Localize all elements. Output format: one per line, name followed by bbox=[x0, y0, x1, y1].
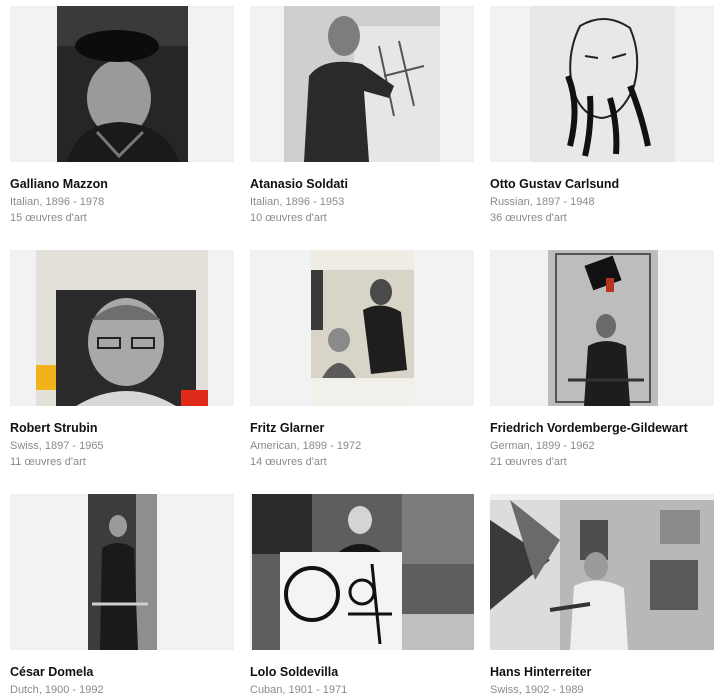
artist-card[interactable]: Otto Gustav Carlsund Russian, 1897 - 194… bbox=[490, 6, 714, 226]
artist-photo bbox=[57, 6, 188, 162]
artist-thumbnail[interactable] bbox=[490, 250, 714, 406]
artist-photo bbox=[311, 250, 414, 406]
artist-card[interactable]: César Domela Dutch, 1900 - 1992 bbox=[10, 494, 234, 698]
artist-thumbnail[interactable] bbox=[10, 6, 234, 162]
artist-nationality-dates: Swiss, 1897 - 1965 bbox=[10, 440, 104, 452]
artist-card[interactable]: Hans Hinterreiter Swiss, 1902 - 1989 bbox=[490, 494, 714, 698]
artwork-count: 14 œuvres d'art bbox=[250, 456, 327, 468]
artist-photo bbox=[284, 6, 440, 162]
artist-name[interactable]: Galliano Mazzon bbox=[10, 176, 234, 192]
artist-photo bbox=[548, 250, 658, 406]
artist-photo bbox=[252, 494, 474, 650]
artist-name[interactable]: César Domela bbox=[10, 664, 234, 680]
artist-card[interactable]: Atanasio Soldati Italian, 1896 - 1953 10… bbox=[250, 6, 474, 226]
artist-card[interactable]: Galliano Mazzon Italian, 1896 - 1978 15 … bbox=[10, 6, 234, 226]
artist-card[interactable]: Robert Strubin Swiss, 1897 - 1965 11 œuv… bbox=[10, 250, 234, 470]
artist-nationality-dates: Italian, 1896 - 1978 bbox=[10, 196, 105, 208]
artist-nationality-dates: American, 1899 - 1972 bbox=[250, 440, 362, 452]
artist-grid: Galliano Mazzon Italian, 1896 - 1978 15 … bbox=[0, 0, 727, 698]
artist-photo bbox=[530, 6, 675, 162]
artist-thumbnail[interactable] bbox=[250, 6, 474, 162]
artist-name[interactable]: Lolo Soldevilla bbox=[250, 664, 474, 680]
artist-nationality-dates: Dutch, 1900 - 1992 bbox=[10, 684, 104, 696]
artist-photo bbox=[88, 494, 157, 650]
artist-nationality-dates: Swiss, 1902 - 1989 bbox=[490, 684, 584, 696]
artist-thumbnail[interactable] bbox=[250, 250, 474, 406]
artwork-count: 36 œuvres d'art bbox=[490, 212, 567, 224]
artist-card[interactable]: Lolo Soldevilla Cuban, 1901 - 1971 bbox=[250, 494, 474, 698]
artist-name[interactable]: Robert Strubin bbox=[10, 420, 234, 436]
artist-thumbnail[interactable] bbox=[10, 250, 234, 406]
artwork-count: 11 œuvres d'art bbox=[10, 456, 86, 468]
artist-nationality-dates: Italian, 1896 - 1953 bbox=[250, 196, 345, 208]
artist-photo bbox=[490, 500, 714, 650]
artist-card[interactable]: Fritz Glarner American, 1899 - 1972 14 œ… bbox=[250, 250, 474, 470]
artist-nationality-dates: German, 1899 - 1962 bbox=[490, 440, 595, 452]
artist-photo bbox=[36, 250, 208, 406]
artwork-count: 10 œuvres d'art bbox=[250, 212, 327, 224]
artist-nationality-dates: Russian, 1897 - 1948 bbox=[490, 196, 595, 208]
artist-name[interactable]: Atanasio Soldati bbox=[250, 176, 474, 192]
artist-name[interactable]: Hans Hinterreiter bbox=[490, 664, 714, 680]
artist-thumbnail[interactable] bbox=[490, 494, 714, 650]
artwork-count: 21 œuvres d'art bbox=[490, 456, 567, 468]
artwork-count: 15 œuvres d'art bbox=[10, 212, 87, 224]
artist-name[interactable]: Fritz Glarner bbox=[250, 420, 474, 436]
artist-name[interactable]: Friedrich Vordemberge-Gildewart bbox=[490, 420, 714, 436]
artist-name[interactable]: Otto Gustav Carlsund bbox=[490, 176, 714, 192]
artist-nationality-dates: Cuban, 1901 - 1971 bbox=[250, 684, 348, 696]
artist-thumbnail[interactable] bbox=[490, 6, 714, 162]
artist-thumbnail[interactable] bbox=[10, 494, 234, 650]
artist-thumbnail[interactable] bbox=[250, 494, 474, 650]
artist-card[interactable]: Friedrich Vordemberge-Gildewart German, … bbox=[490, 250, 714, 470]
